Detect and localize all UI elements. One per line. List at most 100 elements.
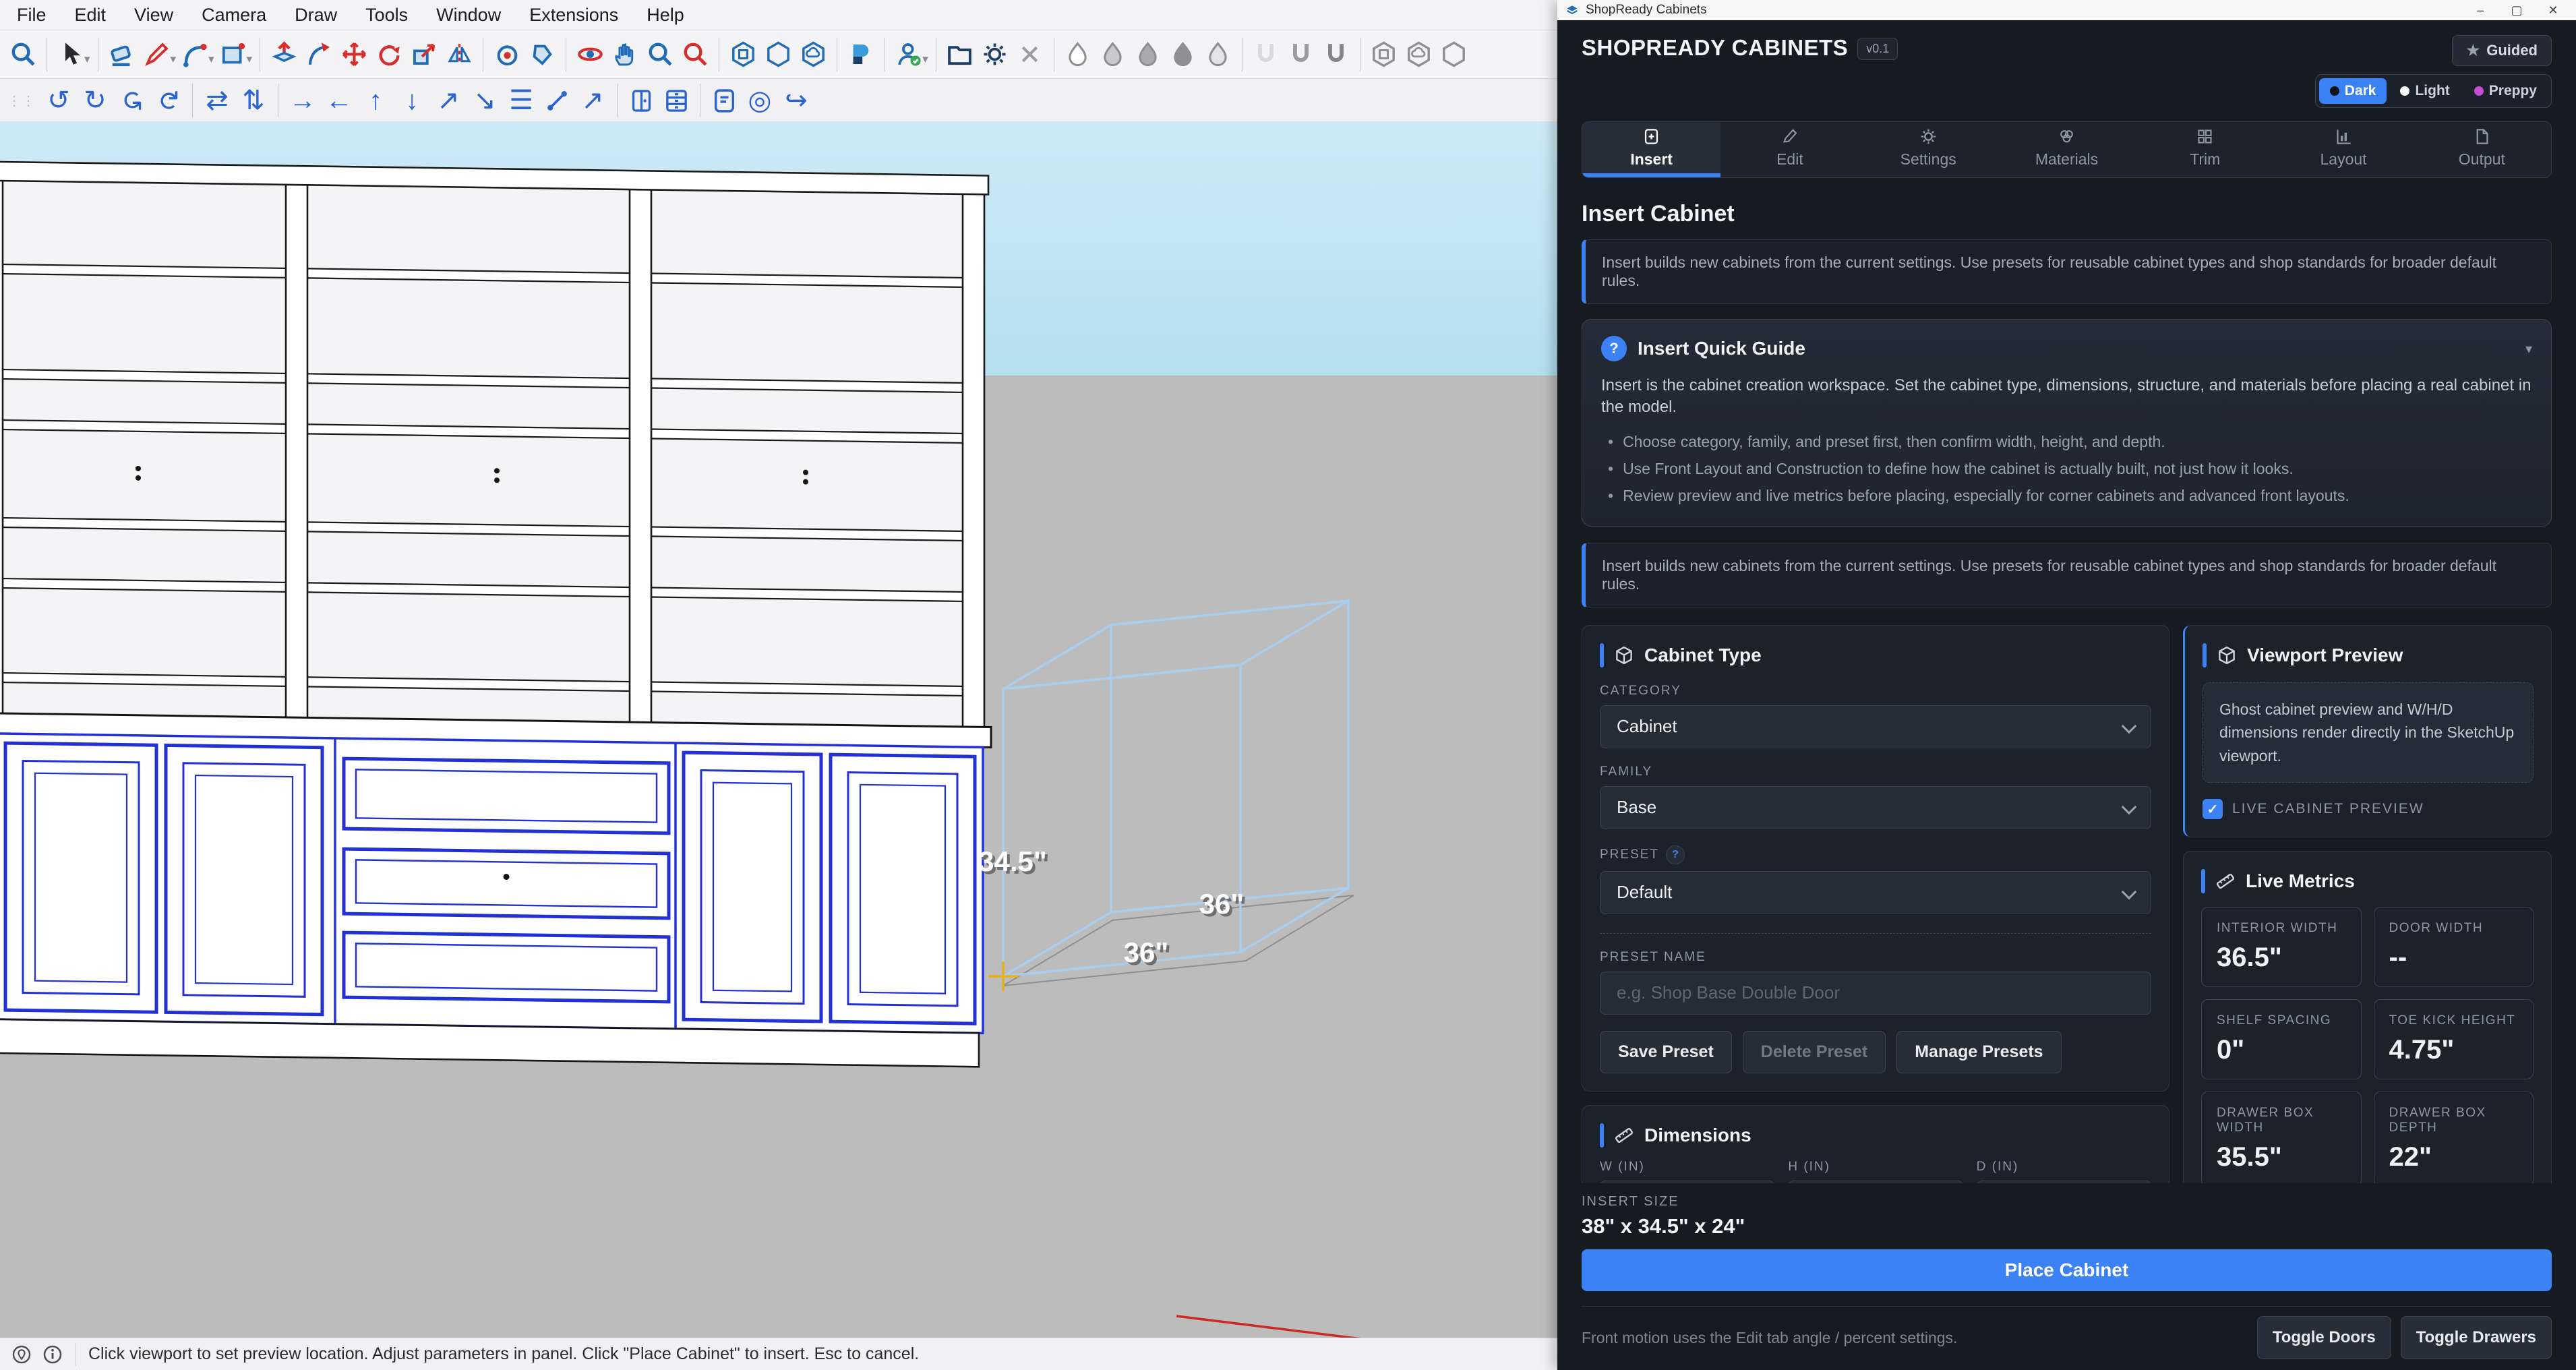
magnet-cloud-icon[interactable] [1284, 36, 1319, 73]
panel-title-bar[interactable]: ShopReady Cabinets – ▢ ✕ [1557, 0, 2576, 21]
menu-edit[interactable]: Edit [61, 5, 121, 26]
nudge-up-right-icon[interactable]: ↗ [430, 82, 467, 119]
line-tool-icon[interactable] [140, 36, 175, 73]
raise-icon[interactable]: ↗ [574, 82, 611, 119]
tab-edit[interactable]: Edit [1720, 122, 1859, 177]
toggle-drawers-button[interactable]: Toggle Drawers [2401, 1316, 2552, 1359]
component-tool-icon[interactable] [725, 36, 760, 73]
tab-output[interactable]: Output [2413, 122, 2551, 177]
tab-materials[interactable]: Materials [1998, 122, 2136, 177]
orbit-tool-icon[interactable] [572, 36, 607, 73]
nudge-down-icon[interactable]: ↓ [394, 82, 430, 119]
menu-tools[interactable]: Tools [351, 5, 422, 26]
minimize-button[interactable]: – [2465, 3, 2495, 18]
nudge-up-icon[interactable]: ↑ [357, 82, 394, 119]
nudge-down-right-icon[interactable]: ↘ [467, 82, 503, 119]
magnet-off-icon[interactable] [1249, 36, 1284, 73]
tab-insert[interactable]: Insert [1582, 122, 1720, 177]
styles-tool-icon[interactable] [843, 36, 878, 73]
tab-trim[interactable]: Trim [2136, 122, 2274, 177]
nudge-right-icon[interactable]: → [284, 82, 321, 119]
menu-file[interactable]: File [3, 5, 61, 26]
toolbar-grip[interactable]: ⋮⋮ [7, 92, 36, 109]
push-pull-tool-icon[interactable] [266, 36, 301, 73]
zoom-tool-icon[interactable] [642, 36, 678, 73]
warehouse-cloud-icon[interactable] [1402, 36, 1437, 73]
manage-presets-button[interactable]: Manage Presets [1896, 1031, 2061, 1073]
follow-me-tool-icon[interactable] [301, 36, 336, 73]
redo-last-icon[interactable]: ↪ [778, 82, 814, 119]
bookcase-model[interactable] [0, 161, 991, 1067]
warehouse-layers-icon[interactable] [1437, 36, 1472, 73]
paint-drop-half-icon[interactable] [1131, 36, 1166, 73]
theme-light-button[interactable]: Light [2389, 78, 2460, 104]
paint-drop-full-icon[interactable] [1166, 36, 1201, 73]
arc-tool-icon[interactable] [177, 36, 212, 73]
rotate-tool-icon[interactable] [371, 36, 407, 73]
menu-extensions[interactable]: Extensions [515, 5, 632, 26]
category-select[interactable]: Cabinet [1600, 705, 2151, 748]
menu-view[interactable]: View [120, 5, 187, 26]
scale-tool-icon[interactable] [407, 36, 442, 73]
rectangle-tool-caret-icon[interactable]: ▾ [247, 53, 253, 66]
select-tool-icon[interactable] [53, 36, 88, 73]
3d-viewport[interactable]: 34.5" 34.5" 36" 36" 36" 36" [0, 121, 1557, 1338]
select-tool-caret-icon[interactable]: ▾ [84, 53, 90, 66]
paint-bucket-tool-icon[interactable] [525, 36, 560, 73]
live-preview-checkbox[interactable]: ✓ [2203, 799, 2223, 819]
save-preset-button[interactable]: Save Preset [1600, 1031, 1732, 1073]
nudge-left-icon[interactable]: ← [321, 82, 357, 119]
rotate-ccw-icon[interactable]: ↺ [40, 82, 77, 119]
rotate-cw-90-icon[interactable]: ↻ [150, 82, 186, 119]
eraser-tool-icon[interactable] [104, 36, 140, 73]
toggle-drawers-icon[interactable] [659, 82, 694, 119]
flip-tool-icon[interactable] [442, 36, 477, 73]
maximize-button[interactable]: ▢ [2502, 3, 2532, 18]
paint-drop-hatch-icon[interactable] [1201, 36, 1236, 73]
move-tool-icon[interactable] [336, 36, 371, 73]
theme-preppy-button[interactable]: Preppy [2463, 78, 2548, 104]
magnet-model-icon[interactable] [1319, 36, 1354, 73]
folder-icon[interactable] [942, 36, 978, 73]
menu-camera[interactable]: Camera [187, 5, 280, 26]
paint-drop-quarter-icon[interactable] [1096, 36, 1131, 73]
component-edit-tool-icon[interactable] [760, 36, 796, 73]
preset-help-icon[interactable]: ? [1666, 845, 1685, 864]
toggle-doors-icon[interactable] [624, 82, 659, 119]
rectangle-tool-icon[interactable] [216, 36, 251, 73]
line-tool-caret-icon[interactable]: ▾ [171, 53, 177, 66]
base-cabinets[interactable] [0, 734, 983, 1067]
menu-window[interactable]: Window [422, 5, 515, 26]
warehouse-model-icon[interactable] [1367, 36, 1402, 73]
info-icon[interactable] [42, 1344, 63, 1365]
place-cabinet-button[interactable]: Place Cabinet [1582, 1249, 2552, 1291]
close-button[interactable]: ✕ [2538, 3, 2568, 18]
theme-dark-button[interactable]: Dark [2319, 78, 2387, 104]
delete-preset-button[interactable]: Delete Preset [1743, 1031, 1886, 1073]
connector-icon[interactable] [539, 82, 574, 119]
pan-tool-icon[interactable] [607, 36, 642, 73]
account-caret-icon[interactable]: ▾ [922, 53, 928, 66]
close-x-icon[interactable] [1013, 36, 1048, 73]
flip-vertical-icon[interactable]: ⇅ [235, 82, 272, 119]
offset-tool-icon[interactable] [489, 36, 525, 73]
paint-drop-empty-icon[interactable] [1060, 36, 1096, 73]
collapse-caret-icon[interactable]: ▾ [2525, 340, 2532, 357]
place-marker-icon[interactable]: ◎ [742, 82, 778, 119]
family-select[interactable]: Base [1600, 786, 2151, 829]
tab-layout[interactable]: Layout [2274, 122, 2412, 177]
align-list-icon[interactable]: ☰ [503, 82, 539, 119]
tab-settings[interactable]: Settings [1859, 122, 1998, 177]
arc-tool-caret-icon[interactable]: ▾ [208, 53, 214, 66]
report-icon[interactable] [707, 82, 742, 119]
component-export-tool-icon[interactable] [796, 36, 831, 73]
toggle-doors-button[interactable]: Toggle Doors [2257, 1316, 2391, 1359]
geolocation-icon[interactable] [11, 1344, 32, 1365]
preset-name-input[interactable]: e.g. Shop Base Double Door [1600, 972, 2151, 1015]
zoom-extents-tool-icon[interactable] [678, 36, 713, 73]
guided-button[interactable]: ★ Guided [2452, 35, 2552, 66]
preset-select[interactable]: Default [1600, 871, 2151, 914]
menu-draw[interactable]: Draw [280, 5, 351, 26]
rotate-ccw-90-icon[interactable]: ↺ [113, 82, 150, 119]
menu-help[interactable]: Help [632, 5, 698, 26]
